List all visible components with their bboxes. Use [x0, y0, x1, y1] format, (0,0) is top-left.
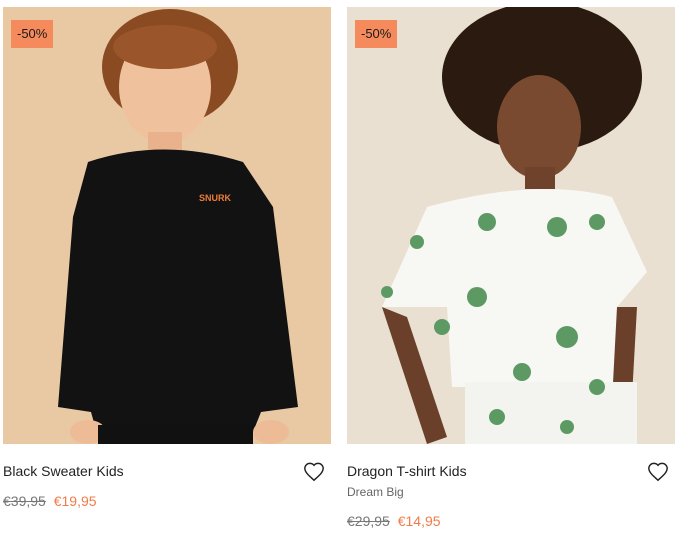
- discount-badge: -50%: [355, 20, 398, 48]
- product-title-row: Black Sweater Kids: [3, 455, 331, 485]
- product-card[interactable]: SNURK -50% Black Sweater Kids €39,95 €19…: [3, 0, 331, 509]
- product-price: €29,95 €14,95: [347, 513, 441, 529]
- product-price: €39,95 €19,95: [3, 493, 97, 509]
- sweater-logo-text: SNURK: [199, 193, 232, 203]
- product-title-row: Dragon T-shirt Kids: [347, 455, 675, 485]
- product-title[interactable]: Dragon T-shirt Kids: [347, 463, 467, 479]
- product-card[interactable]: -50% Dragon T-shirt Kids Dream Big €29,9…: [347, 0, 675, 529]
- sale-price: €14,95: [397, 513, 441, 529]
- product-photo-illustration: SNURK: [3, 7, 331, 444]
- product-title[interactable]: Black Sweater Kids: [3, 463, 124, 479]
- heart-outline-icon[interactable]: [303, 461, 325, 483]
- discount-badge: -50%: [11, 20, 54, 48]
- product-image[interactable]: SNURK -50%: [3, 7, 331, 444]
- product-collection-label: Dream Big: [347, 485, 404, 499]
- sale-price: €19,95: [53, 493, 97, 509]
- product-photo-illustration: [347, 7, 675, 444]
- old-price: €39,95: [3, 493, 46, 509]
- old-price: €29,95: [347, 513, 390, 529]
- product-image[interactable]: -50%: [347, 7, 675, 444]
- heart-outline-icon[interactable]: [647, 461, 669, 483]
